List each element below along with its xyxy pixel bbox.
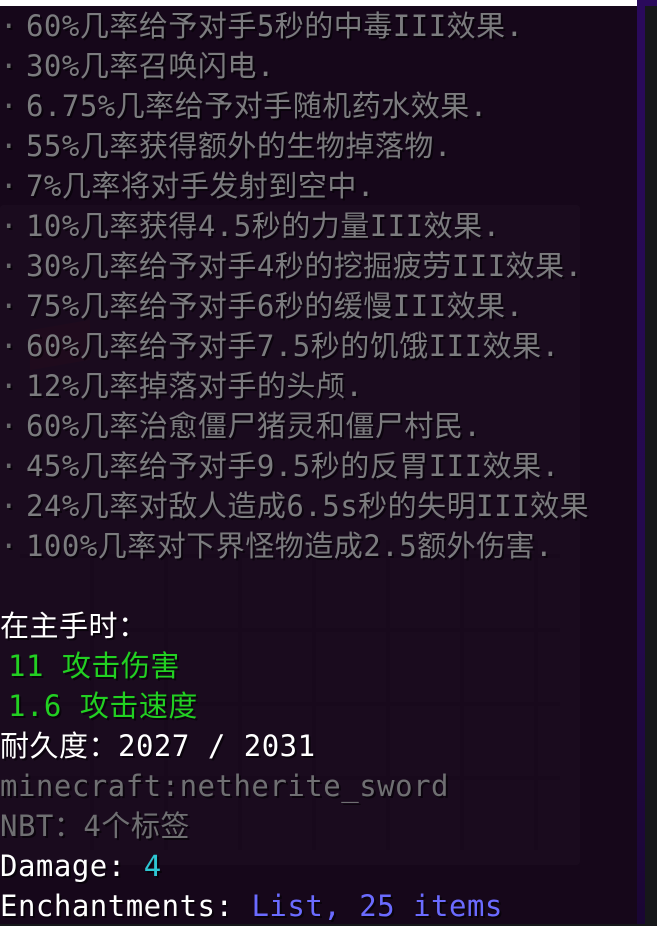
bullet-icon: · [0,89,18,123]
enchant-line: · 60%几率治愈僵尸猪灵和僵尸村民. [0,409,482,443]
item-id: minecraft:netherite_sword [0,769,449,803]
enchantments-nbt-line: Enchantments: List, 25 items [0,886,657,926]
bullet-icon: · [0,369,18,403]
durability-label: 耐久度： [0,729,119,763]
bullet-icon: · [0,409,18,443]
bullet-icon: · [0,529,18,563]
tooltip-spacer [0,566,657,606]
damage-key: Damage: [0,849,126,883]
attack-damage-attribute: 11 攻击伤害 [8,649,180,683]
bullet-icon: · [0,489,18,523]
nbt-tag-count: NBT：4个标签 [0,809,190,843]
enchant-line: · 12%几率掉落对手的头颅. [0,369,364,403]
enchantments-key: Enchantments: [0,889,234,923]
bullet-icon: · [0,129,18,163]
enchant-line: · 24%几率对敌人造成6.5s秒的失明III效果 [0,489,590,523]
enchant-line: · 55%几率获得额外的生物掉落物. [0,129,452,163]
durability-value: 2027 / 2031 [118,729,316,763]
attack-speed-attribute: 1.6 攻击速度 [8,689,198,723]
item-tooltip: · 60%几率给予对手5秒的中毒III效果. · 30%几率召唤闪电. · 6.75%… [0,0,657,924]
enchant-line: · 30%几率召唤闪电. [0,49,275,83]
enchant-line: · 60%几率给予对手5秒的中毒III效果. [0,9,524,43]
bullet-icon: · [0,169,18,203]
bullet-icon: · [0,209,18,243]
damage-value: 4 [143,849,162,883]
bullet-icon: · [0,449,18,483]
enchant-line: · 45%几率给予对手9.5秒的反胃III效果. [0,449,560,483]
enchant-line: · 60%几率给予对手7.5秒的饥饿III效果. [0,329,560,363]
tooltip-lines: · 60%几率给予对手5秒的中毒III效果. · 30%几率召唤闪电. · 6.75%… [0,6,657,926]
bullet-icon: · [0,249,18,283]
enchant-line: · 100%几率对下界怪物造成2.5额外伤害. [0,529,554,563]
main-hand-header: 在主手时： [0,609,148,643]
damage-nbt-line: Damage: 4 [0,846,657,886]
enchantments-value: List, 25 items [251,889,503,923]
bullet-icon: · [0,289,18,323]
enchant-line: · 10%几率获得4.5秒的力量III效果. [0,209,501,243]
bullet-icon: · [0,49,18,83]
durability-line: 耐久度：2027 / 2031 [0,726,657,766]
enchant-line: · 75%几率给予对手6秒的缓慢III效果. [0,289,524,323]
bullet-icon: · [0,9,18,43]
enchant-line: · 7%几率将对手发射到空中. [0,169,375,203]
enchant-line: · 30%几率给予对手4秒的挖掘疲劳III效果. [0,249,583,283]
bullet-icon: · [0,329,18,363]
enchant-line: · 6.75%几率给予对手随机药水效果. [0,89,488,123]
